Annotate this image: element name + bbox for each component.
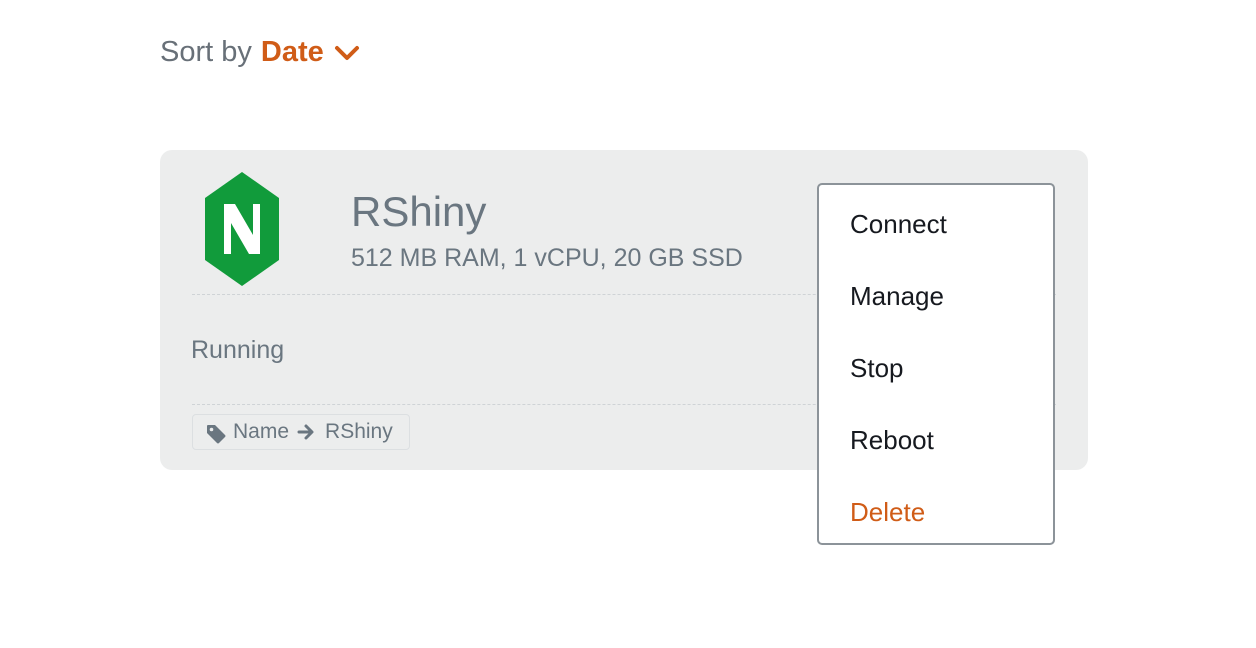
tag-value: RShiny <box>325 420 393 443</box>
menu-item-reboot[interactable]: Reboot <box>819 421 1053 493</box>
menu-item-connect[interactable]: Connect <box>819 205 1053 277</box>
sort-by-label: Sort by <box>160 36 252 68</box>
instance-actions-menu: Connect Manage Stop Reboot Delete <box>817 183 1055 545</box>
sort-by-dropdown[interactable]: Sort by Date <box>160 36 360 69</box>
instance-name[interactable]: RShiny <box>351 188 486 236</box>
instance-tag[interactable]: Name RShiny <box>192 414 410 450</box>
nginx-logo-icon <box>205 172 279 286</box>
instance-status: Running <box>191 336 285 364</box>
tag-icon <box>207 425 226 444</box>
chevron-down-icon <box>334 45 359 60</box>
sort-by-value: Date <box>260 36 324 68</box>
tag-key: Name <box>233 420 290 443</box>
menu-item-manage[interactable]: Manage <box>819 277 1053 349</box>
page: Sort by Date RShiny 512 MB RAM, 1 vCPU, … <box>0 0 1256 648</box>
menu-item-stop[interactable]: Stop <box>819 349 1053 421</box>
menu-item-delete[interactable]: Delete <box>819 493 1053 565</box>
arrow-right-icon <box>297 424 314 440</box>
instance-specs: 512 MB RAM, 1 vCPU, 20 GB SSD <box>351 244 743 272</box>
